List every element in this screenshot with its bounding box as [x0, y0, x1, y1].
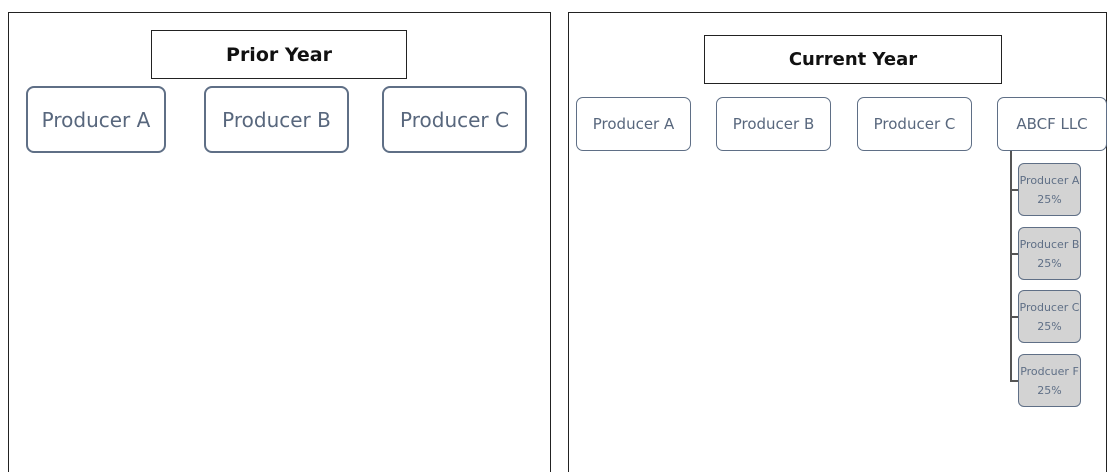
prior-year-title: Prior Year [151, 30, 407, 79]
llc-child-share: 25% [1037, 319, 1062, 333]
prior-producer-b: Producer B [204, 86, 349, 153]
llc-child-name: Producer A [1019, 173, 1080, 187]
prior-producer-c: Producer C [382, 86, 527, 153]
llc-child-share: 25% [1037, 383, 1062, 397]
current-producer-c: Producer C [857, 97, 972, 151]
llc-child-name: Producer B [1019, 237, 1080, 251]
llc-connector-trunk [1010, 151, 1012, 381]
llc-child-name: Producer C [1019, 300, 1080, 314]
llc-child-producer-c: Producer C 25% [1018, 290, 1081, 343]
current-producer-a: Producer A [576, 97, 691, 151]
llc-child-producer-a: Producer A 25% [1018, 163, 1081, 216]
current-year-title: Current Year [704, 35, 1002, 84]
abcf-llc-node: ABCF LLC [997, 97, 1107, 151]
llc-child-producer-f: Prodcuer F 25% [1018, 354, 1081, 407]
prior-producer-a: Producer A [26, 86, 166, 153]
llc-child-name: Prodcuer F [1020, 364, 1079, 378]
llc-child-share: 25% [1037, 256, 1062, 270]
llc-child-producer-b: Producer B 25% [1018, 227, 1081, 280]
prior-year-panel [8, 12, 551, 472]
llc-child-share: 25% [1037, 192, 1062, 206]
current-producer-b: Producer B [716, 97, 831, 151]
